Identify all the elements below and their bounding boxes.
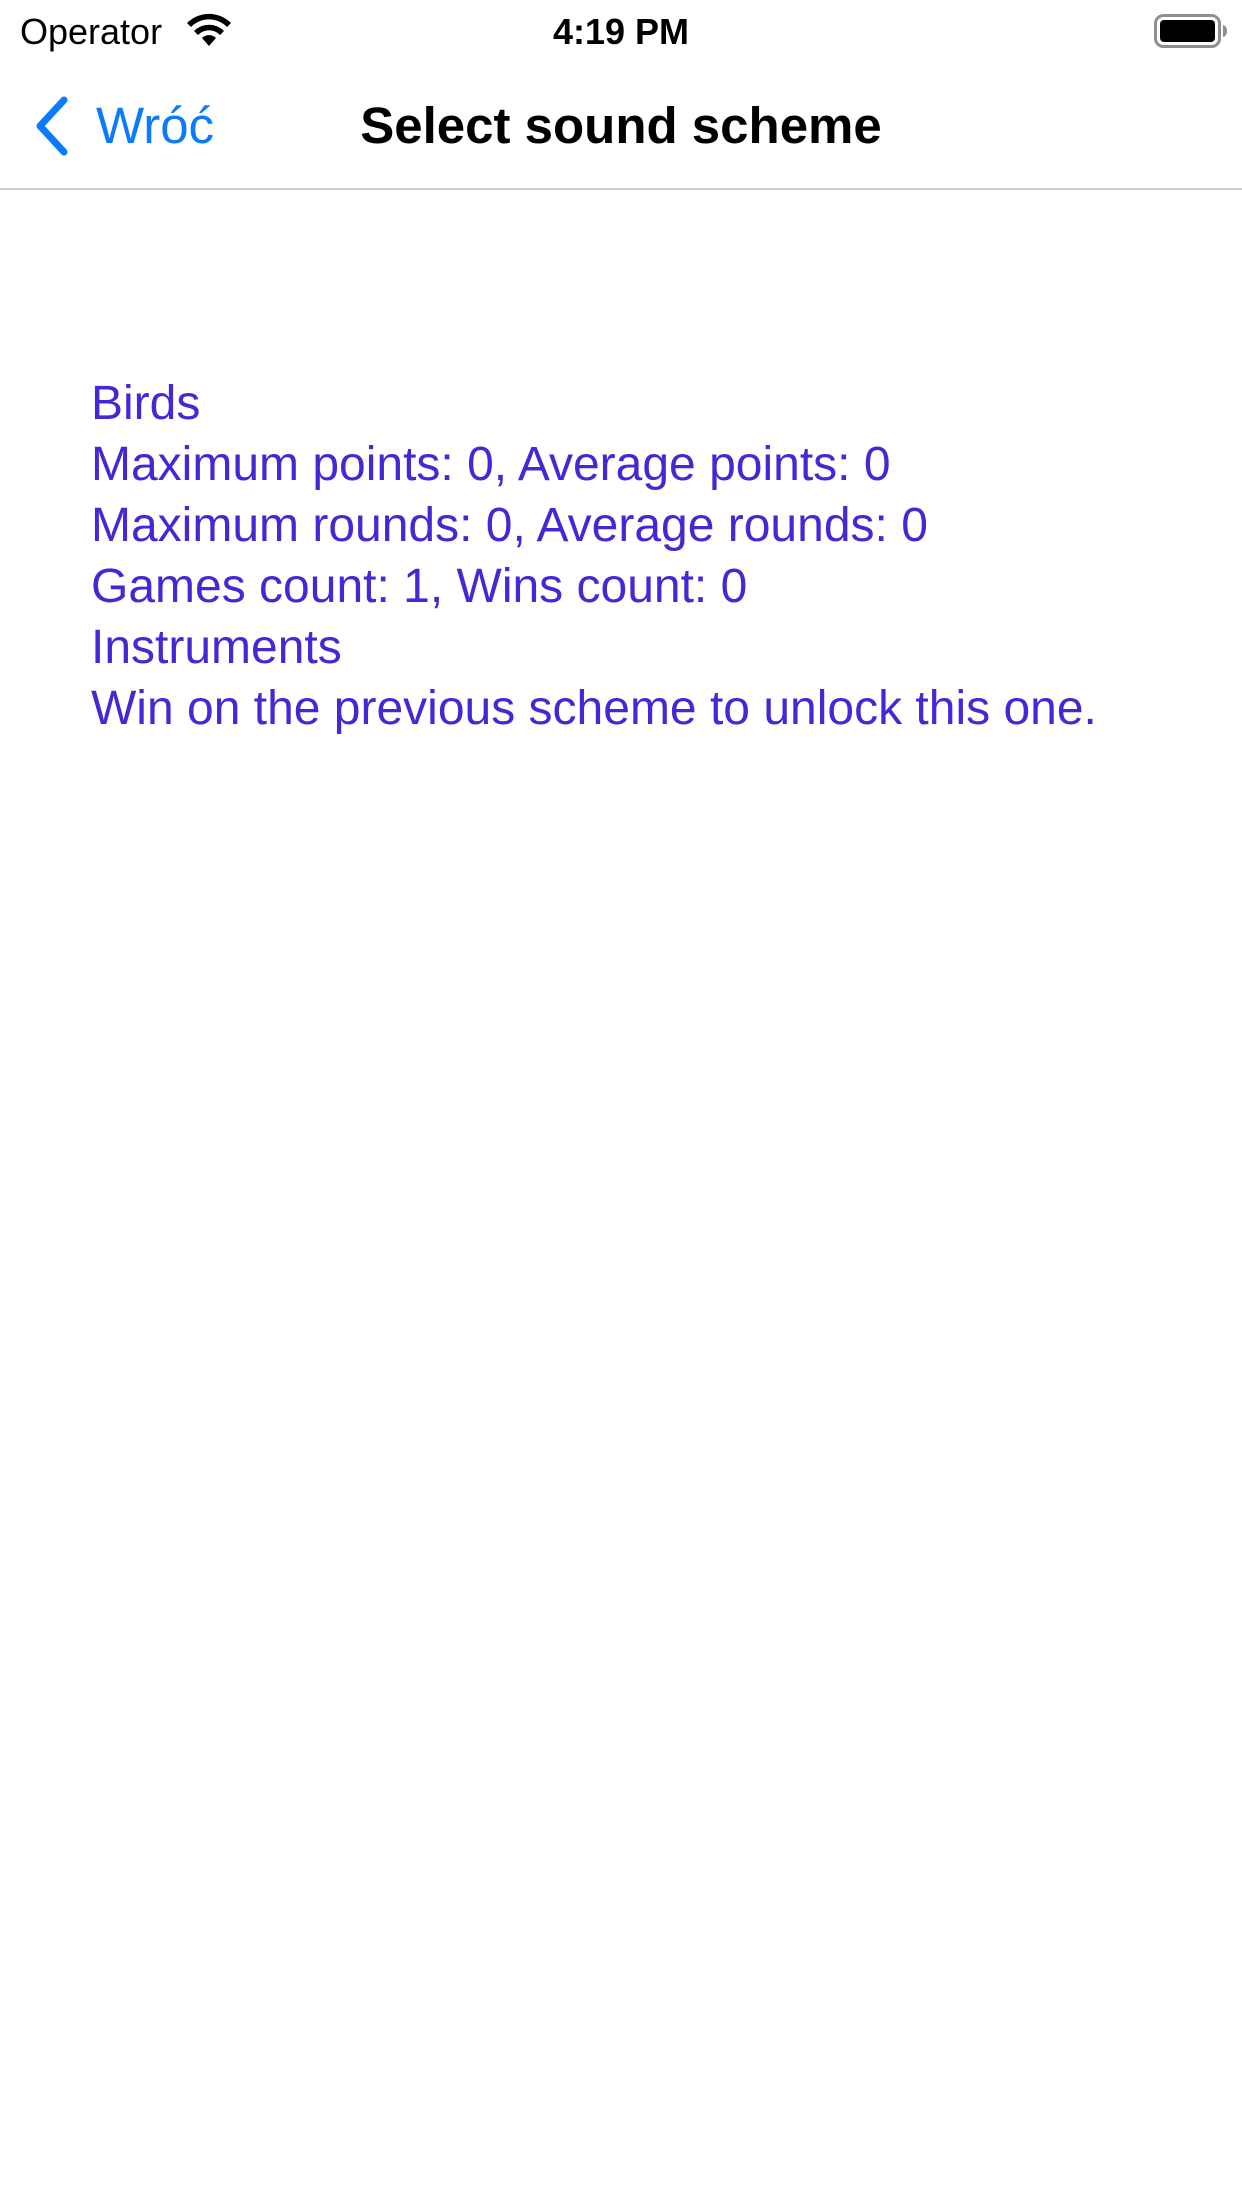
- scheme-games-stats: Games count: 1, Wins count: 0: [91, 560, 748, 613]
- status-time: 4:19 PM: [552, 11, 690, 52]
- scheme-item-birds[interactable]: Birds Maximum points: 0, Average points:…: [91, 373, 1211, 617]
- page-title: Select sound scheme: [360, 97, 882, 154]
- scheme-name: Instruments: [91, 621, 342, 674]
- navigation-bar: Wróć Select sound scheme: [0, 62, 1242, 190]
- battery-icon: [1154, 14, 1227, 48]
- scheme-points-stats: Maximum points: 0, Average points: 0: [91, 438, 891, 491]
- scheme-item-instruments[interactable]: Instruments Win on the previous scheme t…: [91, 617, 1211, 739]
- scheme-name: Birds: [91, 377, 201, 430]
- scheme-rounds-stats: Maximum rounds: 0, Average rounds: 0: [91, 499, 928, 552]
- status-bar: Operator 4:19 PM: [0, 0, 1242, 62]
- scheme-lock-message: Win on the previous scheme to unlock thi…: [91, 682, 1097, 735]
- scheme-list: Birds Maximum points: 0, Average points:…: [91, 373, 1211, 739]
